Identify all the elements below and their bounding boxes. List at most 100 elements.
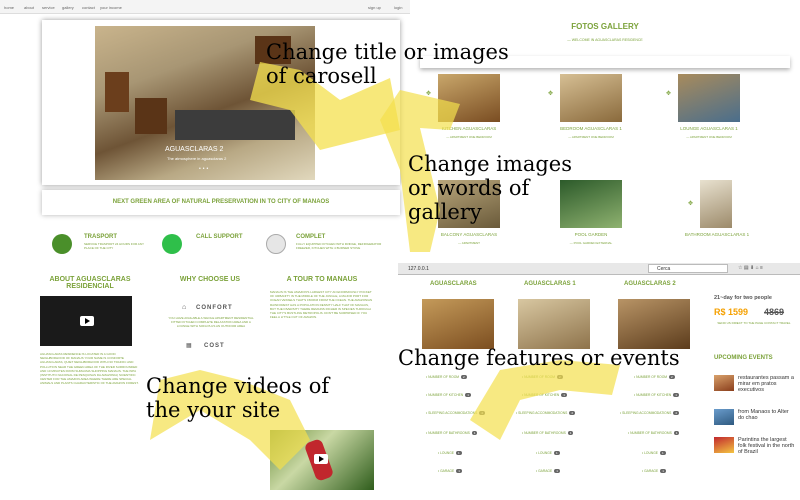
event-thumb[interactable] <box>714 375 734 391</box>
carousel-title: AGUASCLARAS 2 <box>165 146 224 153</box>
expand-icon[interactable]: ✥ <box>666 90 671 97</box>
carousel-subtitle: The atmosphere in aguasclaras 2 <box>167 156 227 161</box>
feature-title: CALL SUPPORT <box>196 234 243 240</box>
expand-icon[interactable]: ✥ <box>688 200 693 207</box>
gallery-item-title: LOUNGE AGUASCLARAS 1 <box>680 126 738 131</box>
room-feature: • GARAGE 1 <box>536 469 560 473</box>
room-feature: • NUMBER OF ROOM 2 <box>522 375 563 379</box>
about-text: AGUASCLARAS RESIDENCE IS LOCATED IN A GO… <box>40 352 139 386</box>
event-thumb[interactable] <box>714 437 734 453</box>
room-image[interactable] <box>618 299 690 349</box>
home-icon <box>266 234 286 254</box>
bus-icon <box>52 234 72 254</box>
nav-home[interactable]: home <box>4 5 14 10</box>
kitchen-cabinet <box>135 98 167 134</box>
browser-toolbar: 127.0.0.1 Cerca ☆ ▤ ⬇ ⌂ ≡ <box>398 263 800 275</box>
kitchen-cabinet <box>105 72 129 112</box>
banner-text: NEXT GREEN AREA OF NATURAL PRESERVATION … <box>112 199 330 205</box>
callout-videos: Change videos of the your site <box>146 374 330 422</box>
gallery-item-sub: — POOL GARDEN EXTERNAL <box>569 241 613 245</box>
house-icon: ⌂ <box>182 304 187 311</box>
gallery-thumb[interactable] <box>700 180 732 228</box>
why-item-text: YOU HAVE AVAILABLE A WHOLE APARTMENT RES… <box>168 316 254 329</box>
why-section: WHY CHOOSE US ⌂ CONFORT YOU HAVE AVAILAB… <box>160 276 260 376</box>
event-link[interactable]: restaurantes passam a mirar em pratos ex… <box>738 375 796 393</box>
gallery-item-title: BEDROOM AGUASCLARAS 1 <box>560 126 622 131</box>
banner: NEXT GREEN AREA OF NATURAL PRESERVATION … <box>42 190 400 215</box>
offer-price: R$ 1599 <box>714 307 749 317</box>
callout-carousel: Change title or images of carosell <box>266 40 509 88</box>
feature-title: TRASPORT <box>84 234 117 240</box>
feature-text: FULLY EQUIPPED KITCHEN WITH FRIDGE, REFR… <box>296 242 382 250</box>
play-icon[interactable] <box>80 316 94 326</box>
room-feature: • SLEEPING ACCOMMODATIONS 4 <box>516 411 575 415</box>
offer-note[interactable]: SEND US DIRECT TO THE PAGE CONTACT TRAVE… <box>714 321 794 325</box>
gallery-item-sub: — APARTMENT ONE BEDROOM <box>686 135 732 139</box>
callout-features: Change features or events <box>398 346 680 370</box>
room-feature: • LOUNGE 1 <box>536 451 560 455</box>
event-link[interactable]: Parintins the largest folk festival in t… <box>738 437 796 455</box>
gallery-thumb[interactable] <box>678 74 740 122</box>
room-feature: • NUMBER OF BATHROOMS 1 <box>628 431 680 435</box>
nav-signup[interactable]: sign up <box>368 5 381 10</box>
gallery-item-title: BATHROOM AGUASCLARAS 1 <box>684 232 750 237</box>
room-feature: • LOUNGE 1 <box>642 451 666 455</box>
offer-old-price: 4869 <box>764 307 785 317</box>
gallery-item-title: POOL GARDEN <box>574 232 608 237</box>
expand-icon[interactable]: ✥ <box>426 90 431 97</box>
nav-your-income[interactable]: your income <box>100 5 122 10</box>
offer-title: 21~day for two people <box>714 295 772 301</box>
room-title: AGUASCLARAS 2 <box>624 281 676 287</box>
room-feature: • NUMBER OF KITCHEN 1 <box>634 393 679 397</box>
room-feature: • NUMBER OF BATHROOMS 1 <box>522 431 574 435</box>
url-bar[interactable]: 127.0.0.1 <box>408 266 429 272</box>
tour-text: MANAUS IS THE AMAZON'S LARGEST CITY AN E… <box>270 290 373 320</box>
carousel-indicators[interactable]: ••• <box>199 166 210 172</box>
room-feature: • SLEEPING ACCOMMODATIONS 4 <box>620 411 679 415</box>
features-row: TRASPORT SERVICE TRASPORT 24 HOURS FOR A… <box>52 232 402 266</box>
top-nav: home about service gallery contact your … <box>0 0 410 14</box>
room-feature: • LOUNGE 1 <box>438 451 462 455</box>
nav-contact[interactable]: contact <box>82 5 95 10</box>
room-feature: • SLEEPING ACCOMMODATIONS 4 <box>426 411 485 415</box>
expand-icon[interactable]: ✥ <box>548 90 553 97</box>
room-feature: • NUMBER OF ROOM 2 <box>634 375 675 379</box>
grid-icon: ▦ <box>186 343 192 349</box>
room-feature: • NUMBER OF KITCHEN 1 <box>522 393 567 397</box>
nav-gallery[interactable]: gallery <box>62 5 74 10</box>
event-thumb[interactable] <box>714 409 734 425</box>
why-item-title: COST <box>204 343 225 349</box>
room-title: AGUASCLARAS <box>430 281 477 287</box>
room-feature: • GARAGE 1 <box>642 469 666 473</box>
room-image[interactable] <box>422 299 494 349</box>
room-feature: • GARAGE 1 <box>438 469 462 473</box>
events-title: UPCOMING EVENTS <box>714 355 773 361</box>
tour-video[interactable] <box>270 430 374 490</box>
feature-text: SERVICE TRASPORT 24 HOURS FOR ANY PLACE … <box>84 242 144 250</box>
about-video[interactable] <box>40 296 132 346</box>
search-input[interactable]: Cerca <box>648 264 728 273</box>
kitchen-counter <box>175 110 295 140</box>
about-section: ABOUT AGUASCLARAS RESIDENCIAL AGUASCLARA… <box>40 276 140 496</box>
why-item-title: CONFORT <box>196 305 233 311</box>
about-title: ABOUT AGUASCLARAS RESIDENCIAL <box>49 276 131 290</box>
gallery-thumb[interactable] <box>560 74 622 122</box>
room-image[interactable] <box>518 299 590 349</box>
whatsapp-icon <box>162 234 182 254</box>
gallery-item-title: KITCHEN AGUASCLARAS <box>441 126 497 131</box>
rooms-section: AGUASCLARAS AGUASCLARAS 1 AGUASCLARAS 2 … <box>398 275 800 500</box>
nav-service[interactable]: service <box>42 5 55 10</box>
play-icon[interactable] <box>314 454 328 464</box>
room-feature: • NUMBER OF KITCHEN 1 <box>426 393 471 397</box>
event-link[interactable]: from Manaos to Alter do chao <box>738 409 796 421</box>
star-icon[interactable]: ☆ ▤ ⬇ ⌂ ≡ <box>738 265 763 271</box>
gallery-item-sub: — APARTMENT <box>458 241 480 245</box>
nav-login[interactable]: login <box>394 5 402 10</box>
gallery-item-sub: — APARTMENT ONE BEDROOM <box>568 135 614 139</box>
room-feature: • NUMBER OF ROOM 2 <box>426 375 467 379</box>
gallery-title: FOTOS GALLERY <box>571 22 639 31</box>
gallery-item-title: BALCONY AGUASCLARAS <box>440 232 498 237</box>
why-title: WHY CHOOSE US <box>179 276 241 283</box>
nav-about[interactable]: about <box>24 5 34 10</box>
tour-title: A TOUR TO MANAUS <box>286 276 358 283</box>
